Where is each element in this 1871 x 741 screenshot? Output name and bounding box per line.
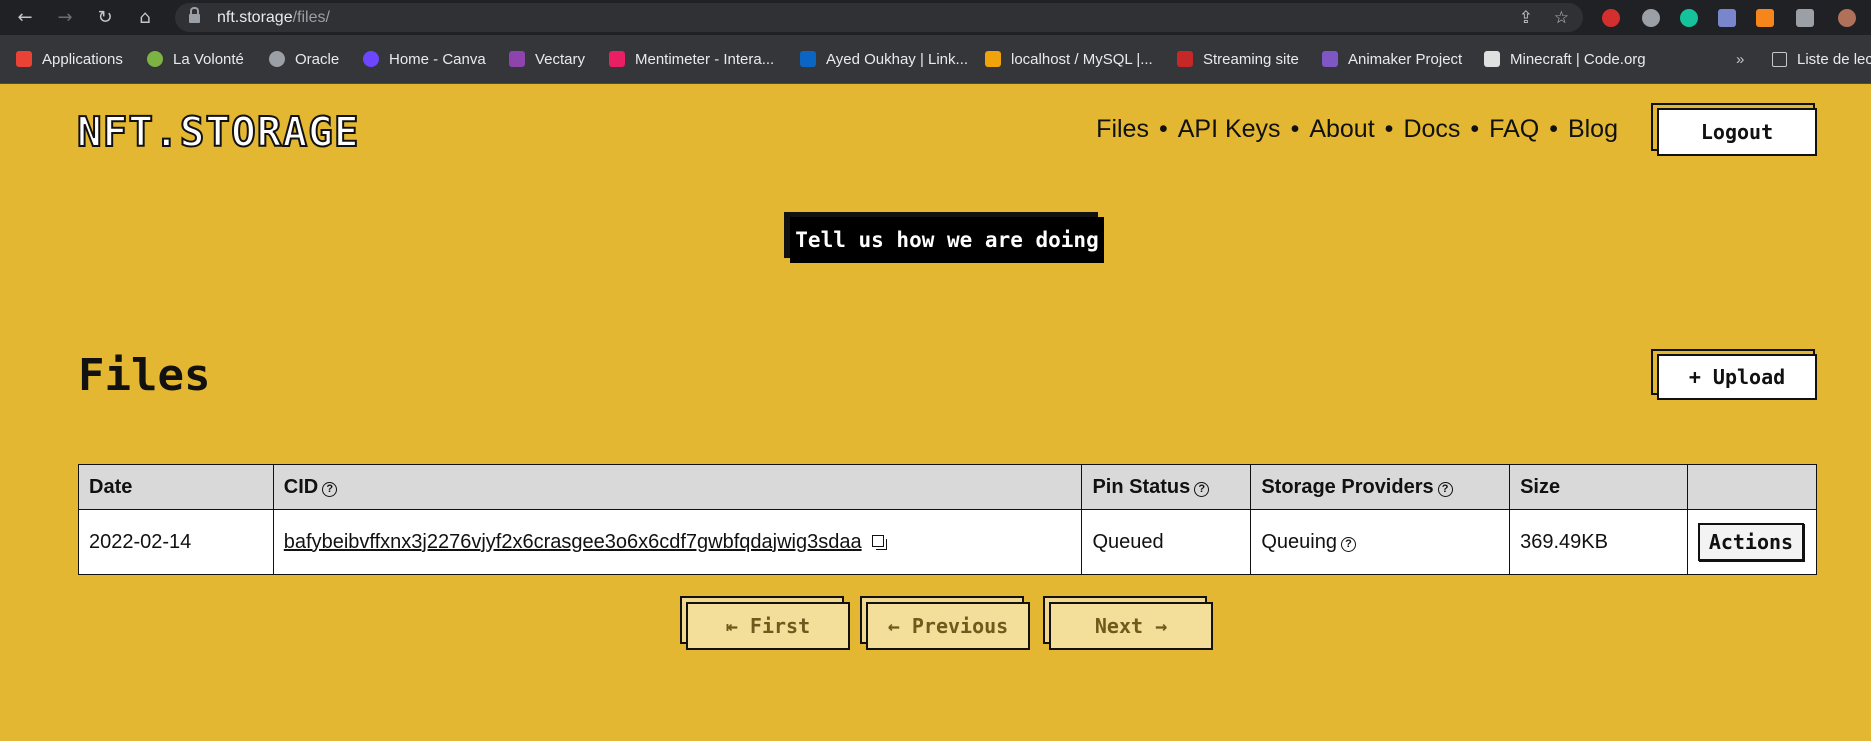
page-title: Files	[78, 350, 211, 401]
canva-icon	[363, 51, 379, 67]
reading-list[interactable]: Liste de lec	[1772, 50, 1871, 70]
profile-avatar[interactable]	[1838, 9, 1856, 27]
url-host: nft.storage	[217, 9, 293, 26]
puzzle-extensions-icon[interactable]	[1796, 9, 1814, 27]
adblock-extension-icon[interactable]	[1602, 9, 1620, 27]
next-page-button[interactable]: Next →	[1049, 602, 1213, 650]
previous-page-button[interactable]: ← Previous	[866, 602, 1030, 650]
bookmark-streaming[interactable]: Streaming site	[1177, 50, 1299, 70]
share-icon[interactable]: ⇪	[1519, 8, 1533, 28]
cell-cid: bafybeibvffxnx3j2276vjyf2x6crasgee3o6x6c…	[272, 509, 1083, 575]
actions-button[interactable]: Actions	[1697, 523, 1804, 561]
forward-icon[interactable]: →	[55, 8, 75, 28]
cid-link[interactable]: bafybeibvffxnx3j2276vjyf2x6crasgee3o6x6c…	[284, 531, 862, 553]
copy-icon[interactable]	[871, 534, 887, 550]
nav-files[interactable]: Files	[1096, 115, 1149, 143]
cell-storage-providers: Queuing?	[1250, 509, 1511, 575]
nav-blog[interactable]: Blog	[1568, 115, 1618, 143]
bookmark-phpmyadmin[interactable]: localhost / MySQL |...	[985, 50, 1153, 70]
home-icon[interactable]: ⌂	[135, 8, 155, 28]
address-bar[interactable]: nft.storage/files/ ⇪ ☆	[175, 3, 1583, 32]
first-page-button[interactable]: ⇤ First	[686, 602, 850, 650]
bookmark-vectary[interactable]: Vectary	[509, 50, 585, 70]
column-pin-status: Pin Status?	[1081, 464, 1252, 510]
help-icon[interactable]: ?	[1437, 481, 1453, 497]
grammarly-extension-icon[interactable]	[1680, 9, 1698, 27]
help-icon[interactable]: ?	[1194, 481, 1210, 497]
lock-icon	[189, 7, 200, 23]
site-logo[interactable]: NFT.STORAGE	[76, 107, 360, 157]
animaker-icon	[1322, 51, 1338, 67]
globe-icon	[147, 51, 163, 67]
mentimeter-icon	[609, 51, 625, 67]
cell-actions: Actions	[1686, 509, 1818, 575]
column-size: Size	[1509, 464, 1688, 510]
bookmark-oracle[interactable]: Oracle	[269, 50, 339, 70]
globe-icon	[269, 51, 285, 67]
apps-grid-icon	[16, 51, 32, 67]
feedback-button[interactable]: Tell us how we are doing	[790, 217, 1104, 263]
cloud-extension-icon[interactable]	[1642, 9, 1660, 27]
phpmyadmin-icon	[985, 51, 1001, 67]
vectary-icon	[509, 51, 525, 67]
bookmarks-bar: Applications La Volonté Oracle Home - Ca…	[0, 35, 1871, 84]
column-date: Date	[78, 464, 274, 510]
table-row: 2022-02-14 bafybeibvffxnx3j2276vjyf2x6cr…	[78, 509, 1818, 575]
column-actions	[1686, 464, 1818, 510]
help-icon[interactable]: ?	[322, 481, 338, 497]
upload-button[interactable]: + Upload	[1657, 354, 1817, 400]
bookmarks-overflow-button[interactable]: »	[1736, 50, 1744, 70]
nav-about[interactable]: About	[1309, 115, 1374, 143]
cell-date: 2022-02-14	[78, 509, 274, 575]
bookmark-animaker[interactable]: Animaker Project	[1322, 50, 1462, 70]
column-cid: CID?	[272, 464, 1083, 510]
bookmark-linkedin[interactable]: Ayed Oukhay | Link...	[800, 50, 968, 70]
reading-list-icon	[1772, 52, 1787, 67]
bookmark-la-volonte[interactable]: La Volonté	[147, 50, 244, 70]
logout-button[interactable]: Logout	[1657, 108, 1817, 156]
linkedin-icon	[800, 51, 816, 67]
files-table: Date CID? Pin Status? Storage Providers?…	[78, 464, 1818, 575]
codeorg-icon	[1484, 51, 1500, 67]
bookmark-canva[interactable]: Home - Canva	[363, 50, 486, 70]
nav-docs[interactable]: Docs	[1403, 115, 1460, 143]
nav-faq[interactable]: FAQ	[1489, 115, 1539, 143]
pen-extension-icon[interactable]	[1718, 9, 1736, 27]
nav-api-keys[interactable]: API Keys	[1178, 115, 1281, 143]
back-icon[interactable]: ←	[15, 8, 35, 28]
table-header-row: Date CID? Pin Status? Storage Providers?…	[78, 464, 1818, 510]
bookmark-applications[interactable]: Applications	[16, 50, 123, 70]
top-navigation: Files • API Keys • About • Docs • FAQ • Blog	[1096, 115, 1618, 143]
cell-pin-status: Queued	[1081, 509, 1252, 575]
url-path: /files/	[292, 9, 330, 26]
bookmark-minecraft[interactable]: Minecraft | Code.org	[1484, 50, 1646, 70]
streaming-icon	[1177, 51, 1193, 67]
reload-icon[interactable]: ↻	[95, 8, 115, 28]
column-storage-providers: Storage Providers?	[1250, 464, 1511, 510]
metamask-extension-icon[interactable]	[1756, 9, 1774, 27]
cell-size: 369.49KB	[1509, 509, 1688, 575]
browser-toolbar: ← → ↻ ⌂ nft.storage/files/ ⇪ ☆	[0, 0, 1871, 35]
bookmark-mentimeter[interactable]: Mentimeter - Intera...	[609, 50, 774, 70]
help-icon[interactable]: ?	[1340, 536, 1356, 552]
bookmark-star-icon[interactable]: ☆	[1554, 8, 1569, 28]
